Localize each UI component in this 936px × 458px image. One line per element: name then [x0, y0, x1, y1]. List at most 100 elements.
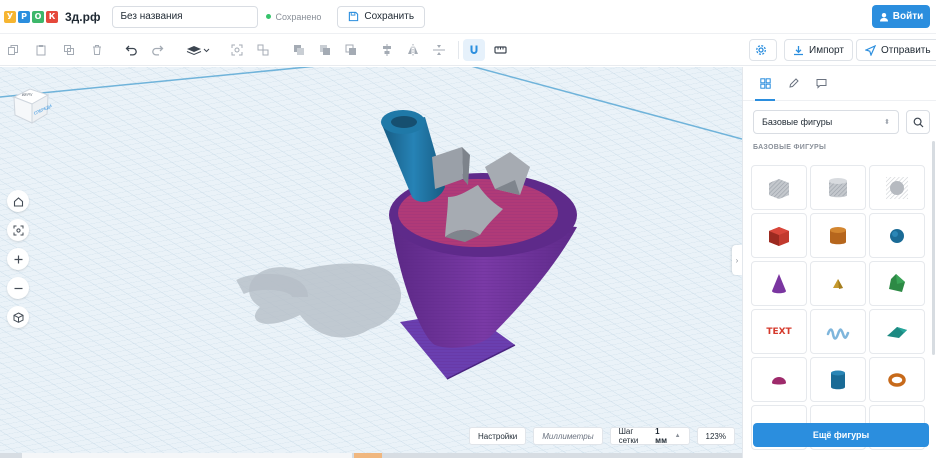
wedge-icon — [887, 326, 907, 338]
zoom-out-button[interactable] — [7, 277, 29, 299]
zoom-value: 123% — [705, 431, 726, 441]
logo-tile-4: К — [46, 10, 58, 23]
duplicate-icon[interactable] — [58, 39, 80, 61]
send-button-label: Отправить — [881, 44, 931, 56]
sphere-hole-icon — [886, 176, 908, 199]
search-button[interactable] — [906, 110, 930, 134]
tab-edit[interactable] — [781, 67, 805, 101]
hole-icon[interactable] — [314, 39, 336, 61]
home-icon — [13, 196, 23, 207]
shapes-panel: Базовые фигуры ⬍ БАЗОВЫЕ ФИГУРЫ TEXT Ещё… — [742, 67, 936, 458]
saved-dot-icon — [266, 14, 272, 19]
login-button[interactable]: Войти — [872, 5, 930, 28]
panel-scrollbar[interactable] — [932, 141, 935, 355]
tab-comments[interactable] — [809, 67, 833, 101]
search-icon — [913, 117, 923, 127]
shape-sphere-hole[interactable] — [869, 165, 925, 210]
3d-viewport[interactable]: ВЕРХ СПЕРЕДИ Настройки Миллиметры Шаг се… — [0, 67, 742, 455]
combine-icon[interactable] — [340, 39, 362, 61]
sphere-icon — [890, 228, 904, 243]
import-button[interactable]: Импорт — [784, 39, 853, 61]
comment-icon — [816, 79, 826, 89]
distribute-icon[interactable] — [428, 39, 450, 61]
shape-tube[interactable] — [810, 357, 866, 402]
tube-icon — [831, 370, 845, 389]
group-icon[interactable] — [226, 39, 248, 61]
collapse-panel-button[interactable]: › — [732, 245, 742, 275]
download-icon — [794, 45, 803, 55]
scene-canvas — [0, 67, 742, 455]
chevron-right-icon: › — [735, 255, 739, 265]
shape-wedge[interactable] — [869, 309, 925, 354]
zoom-in-button[interactable] — [7, 248, 29, 270]
grid-lines — [0, 67, 742, 455]
logo[interactable]: У Р О К 3д.рф — [4, 10, 100, 24]
shape-cylinder[interactable] — [810, 213, 866, 258]
toolbar-divider — [458, 40, 459, 59]
save-status: Сохранено — [266, 12, 321, 22]
settings-chip[interactable]: Настройки — [469, 427, 527, 445]
category-select-value: Базовые фигуры — [762, 117, 833, 127]
home-view-button[interactable] — [7, 190, 29, 212]
send-button[interactable]: Отправить — [856, 39, 936, 61]
top-header: У Р О К 3д.рф Сохранено Сохранить Войти — [0, 0, 936, 34]
view-cube[interactable]: ВЕРХ СПЕРЕДИ — [10, 83, 53, 132]
more-shapes-button[interactable]: Ещё фигуры — [753, 423, 929, 447]
delete-icon[interactable] — [86, 39, 108, 61]
solid-icon[interactable] — [288, 39, 310, 61]
project-name-input[interactable] — [112, 5, 259, 28]
fit-icon — [13, 225, 23, 235]
units-chip[interactable]: Миллиметры — [533, 427, 603, 445]
box-icon — [769, 226, 789, 246]
shape-text-label: TEXT — [766, 326, 792, 337]
pyramid-icon — [833, 278, 843, 289]
scrollbar-thumb[interactable] — [22, 453, 352, 458]
mirror-icon[interactable] — [402, 39, 424, 61]
torus-icon — [888, 372, 906, 387]
shape-half-sphere[interactable] — [751, 357, 807, 402]
pencil-icon — [788, 78, 799, 88]
squiggle-icon — [826, 327, 850, 340]
redo-icon[interactable] — [146, 39, 168, 61]
magnet-icon[interactable] — [463, 38, 485, 61]
save-button[interactable]: Сохранить — [337, 5, 426, 28]
login-button-label: Войти — [892, 11, 924, 22]
tube-hole — [391, 116, 417, 128]
settings-chip-label: Настройки — [478, 431, 518, 441]
shape-sphere[interactable] — [869, 213, 925, 258]
category-select[interactable]: Базовые фигуры ⬍ — [753, 110, 899, 134]
shape-pyramid[interactable] — [810, 261, 866, 306]
shape-polyhedron[interactable] — [869, 261, 925, 306]
units-chip-label: Миллиметры — [542, 431, 594, 441]
shape-grid: TEXT — [751, 165, 925, 450]
box-hole-icon — [769, 178, 789, 199]
category-row: Базовые фигуры ⬍ — [753, 110, 936, 134]
settings-button[interactable] — [749, 39, 777, 61]
ruler-icon[interactable] — [489, 39, 511, 61]
grid-step-select[interactable]: Шаг сетки 1 мм ▲ — [609, 427, 690, 445]
align-icon[interactable] — [376, 39, 398, 61]
cone-icon — [772, 273, 786, 293]
app-root: У Р О К 3д.рф Сохранено Сохранить Войти — [0, 0, 936, 458]
shape-text[interactable]: TEXT — [751, 309, 807, 354]
undo-icon[interactable] — [120, 39, 142, 61]
grid-icon — [759, 78, 771, 89]
horizontal-scrollbar[interactable] — [0, 453, 742, 458]
perspective-button[interactable] — [7, 306, 29, 328]
tab-shapes[interactable] — [753, 67, 777, 101]
shape-squiggle[interactable] — [810, 309, 866, 354]
shape-box-hole[interactable] — [751, 165, 807, 210]
view-cube-top-label: ВЕРХ — [21, 92, 34, 97]
chevron-down-icon: ▲ — [674, 433, 681, 439]
fit-view-button[interactable] — [7, 219, 29, 241]
user-icon — [879, 12, 888, 21]
shape-cylinder-hole[interactable] — [810, 165, 866, 210]
copy-icon[interactable] — [2, 39, 24, 61]
shape-box[interactable] — [751, 213, 807, 258]
ungroup-icon[interactable] — [252, 39, 274, 61]
paste-icon[interactable] — [30, 39, 52, 61]
shape-torus[interactable] — [869, 357, 925, 402]
workplane-icon[interactable] — [184, 39, 212, 61]
cylinder-hole-icon — [829, 177, 847, 197]
shape-cone[interactable] — [751, 261, 807, 306]
